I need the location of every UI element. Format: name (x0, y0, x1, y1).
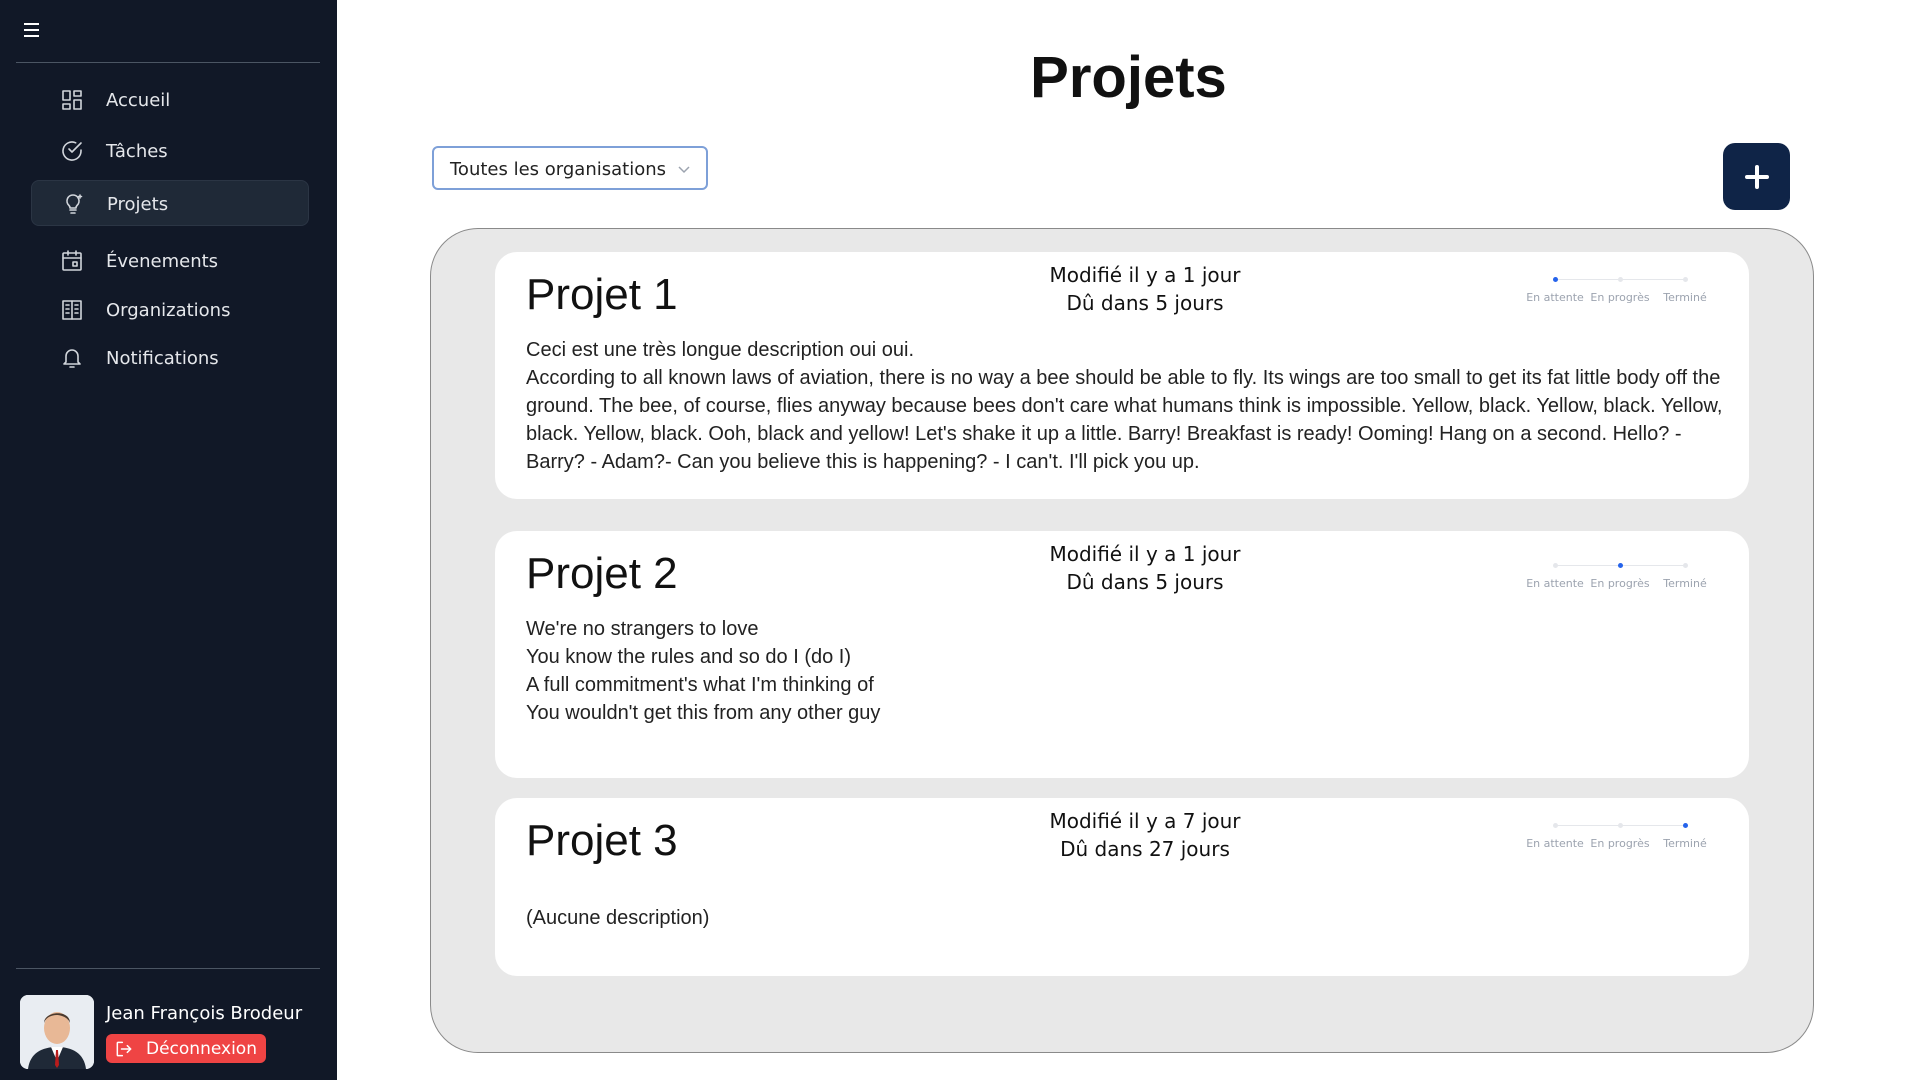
stepper-label: En progrès (1590, 577, 1650, 590)
sidebar-divider-top (16, 62, 320, 63)
sidebar-item-projets[interactable]: Projets (31, 180, 309, 226)
project-card[interactable]: Projet 1 Modifié il y a 1 jour Dû dans 5… (495, 252, 1749, 499)
sidebar-item-evenements[interactable]: Évenements (31, 238, 309, 284)
lightbulb-icon (61, 192, 85, 216)
bell-icon (60, 346, 84, 370)
project-card[interactable]: Projet 3 Modifié il y a 7 jour Dû dans 2… (495, 798, 1749, 976)
project-dates: Modifié il y a 7 jour Dû dans 27 jours (945, 807, 1345, 863)
sidebar-divider-bottom (16, 968, 320, 969)
stepper-dot (1683, 823, 1688, 828)
sidebar-item-label: Notifications (106, 348, 219, 369)
stepper-dot (1553, 823, 1558, 828)
projects-list[interactable]: Projet 1 Modifié il y a 1 jour Dû dans 5… (430, 228, 1814, 1053)
project-title: Projet 2 (526, 549, 678, 598)
project-due: Dû dans 27 jours (1060, 837, 1230, 861)
logout-label: Déconnexion (146, 1038, 257, 1059)
project-modified: Modifié il y a 1 jour (1049, 263, 1241, 287)
project-card[interactable]: Projet 2 Modifié il y a 1 jour Dû dans 5… (495, 531, 1749, 778)
stepper-dot (1683, 563, 1688, 568)
dashboard-icon (60, 88, 84, 112)
project-due: Dû dans 5 jours (1066, 291, 1224, 315)
organization-select[interactable]: Toutes les organisations (432, 146, 708, 190)
sidebar-item-label: Accueil (106, 90, 171, 111)
add-project-button[interactable] (1723, 143, 1790, 210)
status-stepper: En attente En progrès Terminé (1525, 561, 1707, 601)
building-icon (60, 298, 84, 322)
stepper-dot (1553, 277, 1558, 282)
sidebar-item-label: Projets (107, 194, 169, 215)
organization-select-value: Toutes les organisations (450, 159, 666, 180)
sidebar-item-notifications[interactable]: Notifications (31, 335, 309, 381)
project-description: Ceci est une très longue description oui… (526, 339, 1723, 473)
user-name: Jean François Brodeur (106, 1003, 303, 1024)
stepper-label: Terminé (1663, 291, 1707, 304)
avatar (20, 995, 94, 1069)
plus-icon (1744, 164, 1769, 189)
sidebar-item-accueil[interactable]: Accueil (31, 77, 309, 123)
stepper-dot (1683, 277, 1688, 282)
stepper-label: En progrès (1590, 837, 1650, 850)
stepper-label: Terminé (1663, 837, 1707, 850)
status-stepper: En attente En progrès Terminé (1525, 275, 1707, 315)
stepper-label: Terminé (1663, 577, 1707, 590)
sidebar: Accueil Tâches Projets Évenements Organi… (0, 0, 337, 1080)
calendar-icon (60, 249, 84, 273)
hamburger-icon[interactable] (22, 20, 42, 40)
chevron-down-icon (676, 161, 692, 177)
project-description: We're no strangers to love You know the … (526, 618, 881, 724)
stepper-dot (1618, 823, 1623, 828)
stepper-label: En attente (1526, 837, 1584, 850)
project-modified: Modifié il y a 1 jour (1049, 542, 1241, 566)
project-title: Projet 1 (526, 270, 678, 319)
project-modified: Modifié il y a 7 jour (1049, 809, 1241, 833)
status-stepper: En attente En progrès Terminé (1525, 821, 1707, 861)
project-due: Dû dans 5 jours (1066, 570, 1224, 594)
page-title: Projets (1030, 45, 1227, 110)
logout-button[interactable]: Déconnexion (106, 1034, 266, 1063)
project-dates: Modifié il y a 1 jour Dû dans 5 jours (945, 540, 1345, 596)
project-title: Projet 3 (526, 816, 678, 865)
project-dates: Modifié il y a 1 jour Dû dans 5 jours (945, 261, 1345, 317)
stepper-dot (1618, 277, 1623, 282)
check-circle-icon (60, 139, 84, 163)
sidebar-item-organizations[interactable]: Organizations (31, 287, 309, 333)
user-profile: Jean François Brodeur Déconnexion (20, 995, 320, 1070)
sidebar-item-label: Organizations (106, 300, 231, 321)
stepper-label: En attente (1526, 577, 1584, 590)
sidebar-item-taches[interactable]: Tâches (31, 128, 309, 174)
stepper-label: En progrès (1590, 291, 1650, 304)
project-description: (Aucune description) (526, 907, 710, 929)
sidebar-item-label: Tâches (106, 141, 168, 162)
stepper-label: En attente (1526, 291, 1584, 304)
sidebar-item-label: Évenements (106, 251, 219, 272)
stepper-dot (1553, 563, 1558, 568)
logout-icon (114, 1039, 134, 1059)
stepper-dot (1618, 563, 1623, 568)
